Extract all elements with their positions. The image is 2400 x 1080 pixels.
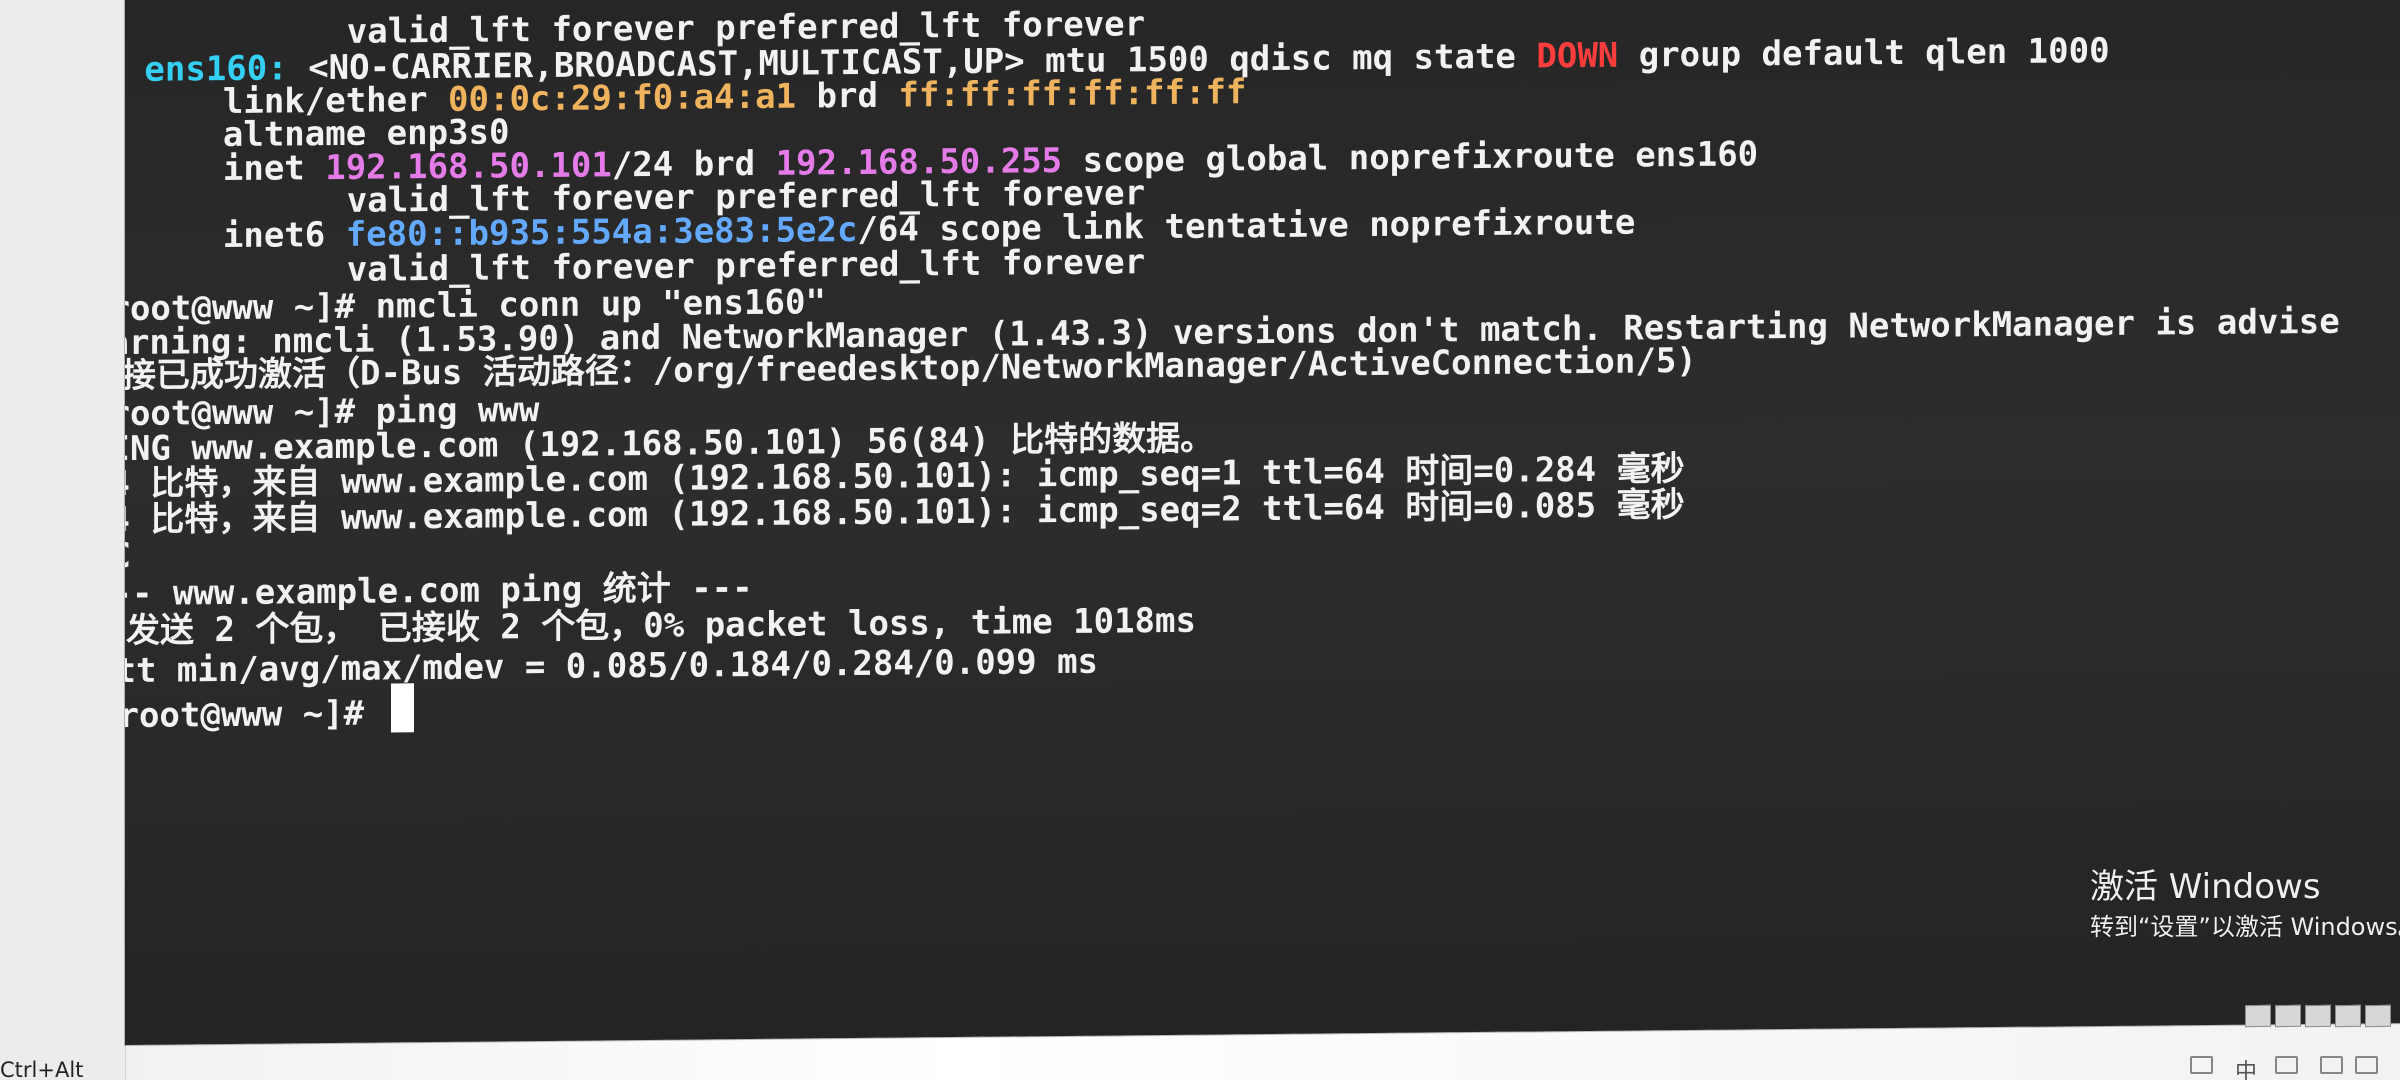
window-button-icon[interactable] xyxy=(2365,1004,2391,1028)
terminal-line-prompt[interactable]: [root@www ~]# xyxy=(125,683,414,738)
input-method-indicator[interactable]: 中 xyxy=(2235,1054,2257,1080)
activation-subtitle: 转到“设置”以激活 Windows。 xyxy=(2090,913,2400,941)
window-button-icon[interactable] xyxy=(2245,1004,2271,1028)
keyboard-icon[interactable] xyxy=(2275,1056,2298,1074)
notification-icon[interactable] xyxy=(2355,1056,2378,1074)
speaker-icon[interactable] xyxy=(2320,1056,2343,1074)
terminal-text-segment: group default qlen 1000 xyxy=(1618,30,2110,76)
vm-side-panel xyxy=(0,0,126,1080)
terminal-text-segment: 64 比特，来自 www.example.com (192.168.50.101… xyxy=(125,485,1685,541)
terminal-text-segment: [root@www ~]# xyxy=(125,693,385,737)
taskbar-tray: 中 xyxy=(1900,1048,2400,1080)
terminal-text-segment: brd xyxy=(796,75,899,117)
windows-activation-watermark: 激活 Windows 转到“设置”以激活 Windows。 xyxy=(2090,868,2400,948)
terminal-text-segment: scope global noprefixroute ens160 xyxy=(1062,134,1759,182)
terminal-text-segment: DOWN xyxy=(1536,35,1619,77)
network-icon[interactable] xyxy=(2190,1056,2213,1074)
activation-title: 激活 Windows xyxy=(2090,867,2321,907)
terminal-text-segment: ff:ff:ff:ff:ff:ff xyxy=(898,72,1247,116)
screen-photo: valid_lft forever preferred_lft forever … xyxy=(0,0,2400,1080)
window-button-icon[interactable] xyxy=(2275,1004,2301,1028)
keyboard-hint: Ctrl+Alt xyxy=(0,1058,84,1080)
terminal-window[interactable]: valid_lft forever preferred_lft forever … xyxy=(125,0,2400,1046)
terminal-cursor[interactable] xyxy=(390,683,414,733)
window-button-icon[interactable] xyxy=(2335,1004,2361,1028)
window-button-icon[interactable] xyxy=(2305,1004,2331,1028)
